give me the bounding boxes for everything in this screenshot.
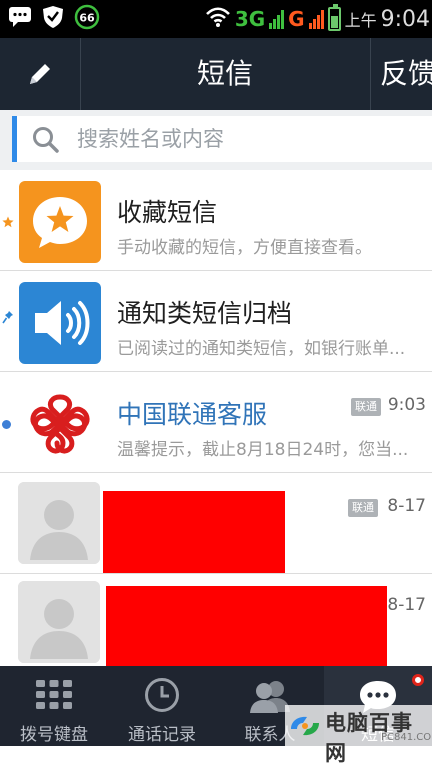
clock-time: 9:04 xyxy=(380,6,430,32)
redacted-content xyxy=(103,491,285,573)
clock-icon xyxy=(143,676,181,718)
network-3g-label: 3G xyxy=(234,7,266,31)
watermark-logo-icon xyxy=(291,716,319,736)
shield-icon xyxy=(42,5,64,33)
search-area xyxy=(0,110,432,170)
conversation-preview: 温馨提示，截止8月18日24时，您当... xyxy=(117,440,409,460)
title-divider xyxy=(370,38,371,110)
dialpad-icon xyxy=(34,678,74,716)
network-g-label: G xyxy=(288,7,305,31)
conversation-preview: 手动收藏的短信，方便直接查看。 xyxy=(117,238,372,258)
conversation-item-redacted[interactable]: 联通 8-17 xyxy=(0,474,432,574)
conversation-preview: 已阅读过的通知类短信，如银行账单... xyxy=(117,339,406,359)
pin-icon xyxy=(2,309,14,328)
unread-dot xyxy=(2,420,11,429)
conversation-name: 中国联通客服 xyxy=(117,400,268,429)
conversation-item-redacted[interactable]: 8-17 xyxy=(0,575,432,666)
badge-66-icon: 66 xyxy=(74,4,100,34)
signal-g-icon xyxy=(308,9,324,29)
tab-call-log[interactable]: 通话记录 xyxy=(108,666,216,746)
conversation-item-archive[interactable]: 通知类短信归档 已阅读过的通知类短信，如银行账单... xyxy=(0,272,432,372)
status-bar: 66 3G G 上午 9:04 xyxy=(0,0,432,38)
signal-icon xyxy=(269,9,285,29)
default-avatar xyxy=(18,581,100,663)
compose-button[interactable] xyxy=(0,38,80,110)
conversation-item-unicom[interactable]: 中国联通客服 联通 9:03 温馨提示，截止8月18日24时，您当... xyxy=(0,373,432,473)
title-bar: 短信 反馈 xyxy=(0,38,432,110)
carrier-badge: 联通 xyxy=(348,499,378,517)
default-avatar xyxy=(18,482,100,564)
tab-label: 通话记录 xyxy=(128,725,196,745)
conversation-item-favorites[interactable]: 收藏短信 手动收藏的短信，方便直接查看。 xyxy=(0,171,432,271)
star-bubble-icon xyxy=(19,181,101,263)
redacted-content xyxy=(106,586,387,666)
tab-dialpad[interactable]: 拨号键盘 xyxy=(0,666,108,746)
feedback-tab[interactable]: 反馈 xyxy=(380,38,432,110)
pencil-icon xyxy=(30,64,50,84)
china-unicom-logo xyxy=(19,383,101,465)
search-box[interactable] xyxy=(12,116,432,162)
battery-icon xyxy=(327,4,341,31)
search-icon xyxy=(31,125,61,159)
ampm-label: 上午 xyxy=(344,11,377,30)
watermark-url: PC841.COM xyxy=(381,732,432,743)
conversation-time: 9:03 xyxy=(387,395,426,415)
conversation-name: 收藏短信 xyxy=(117,198,218,227)
badge-66-text: 66 xyxy=(79,12,95,25)
conversation-time: 8-17 xyxy=(387,496,426,516)
conversation-time: 8-17 xyxy=(387,595,426,615)
tab-label: 拨号键盘 xyxy=(20,725,88,745)
chat-icon xyxy=(8,6,32,32)
watermark: 电脑百事网 PC841.COM xyxy=(285,705,432,765)
notification-dot xyxy=(412,674,424,686)
wifi-icon xyxy=(205,6,231,32)
conversation-name: 通知类短信归档 xyxy=(117,299,293,328)
speaker-icon xyxy=(19,282,101,364)
search-input[interactable] xyxy=(75,122,419,156)
carrier-badge: 联通 xyxy=(351,398,381,416)
star-icon xyxy=(2,213,14,232)
page-title: 短信 xyxy=(196,57,253,90)
